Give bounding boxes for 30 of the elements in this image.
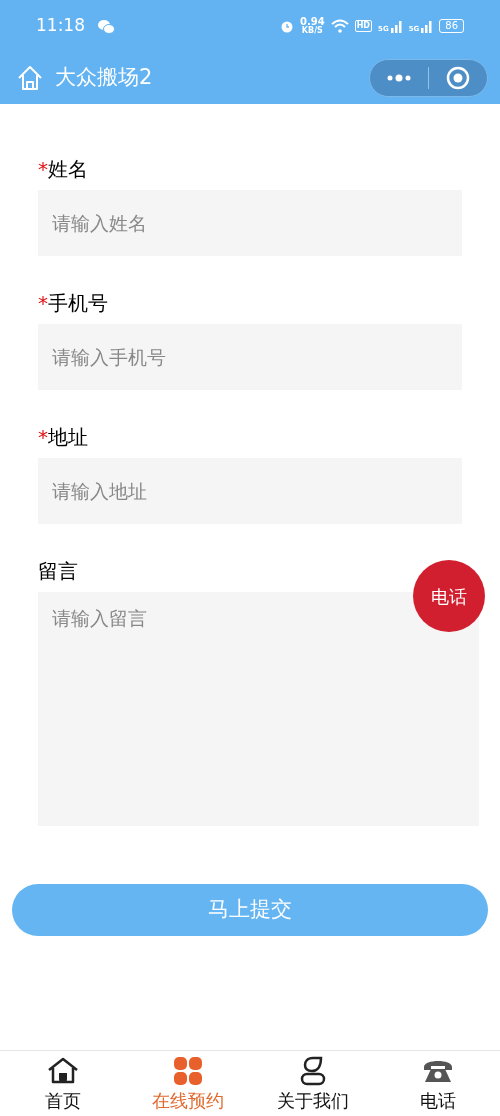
call-button[interactable]: 电话 [413,560,485,632]
signal-icon [421,19,434,33]
page-title: 大众搬场2 [55,64,153,92]
signal-icon [390,19,403,33]
tab-item[interactable]: 电话 [375,1051,500,1116]
home-icon[interactable] [17,65,43,91]
person-icon [299,1056,326,1086]
battery-indicator: 86 [439,19,464,33]
more-icon [386,74,412,82]
wifi-icon [330,19,349,33]
required-mark: * [38,424,48,451]
field-label: 手机号 [48,290,108,317]
input-field[interactable]: 请输入姓名 [38,190,462,256]
grid-icon [172,1056,203,1086]
input-field[interactable]: 请输入手机号 [38,324,462,390]
alarm-icon [280,19,294,33]
chat-app-icon [97,18,115,34]
network-speed: 0.94 [300,17,325,26]
required-mark: * [38,156,48,183]
status-time: 11:18 [36,14,85,38]
field-label: 地址 [48,424,88,451]
field-label: 留言 [38,558,78,585]
hd-badge: HD [354,20,372,32]
tab-item[interactable]: 首页 [0,1051,125,1116]
required-mark: * [38,290,48,317]
target-icon [446,66,470,90]
input-field[interactable]: 请输入地址 [38,458,462,524]
field-label: 姓名 [48,156,88,183]
tab-item[interactable]: 关于我们 [250,1051,375,1116]
speed-unit: KB/S [301,26,323,35]
